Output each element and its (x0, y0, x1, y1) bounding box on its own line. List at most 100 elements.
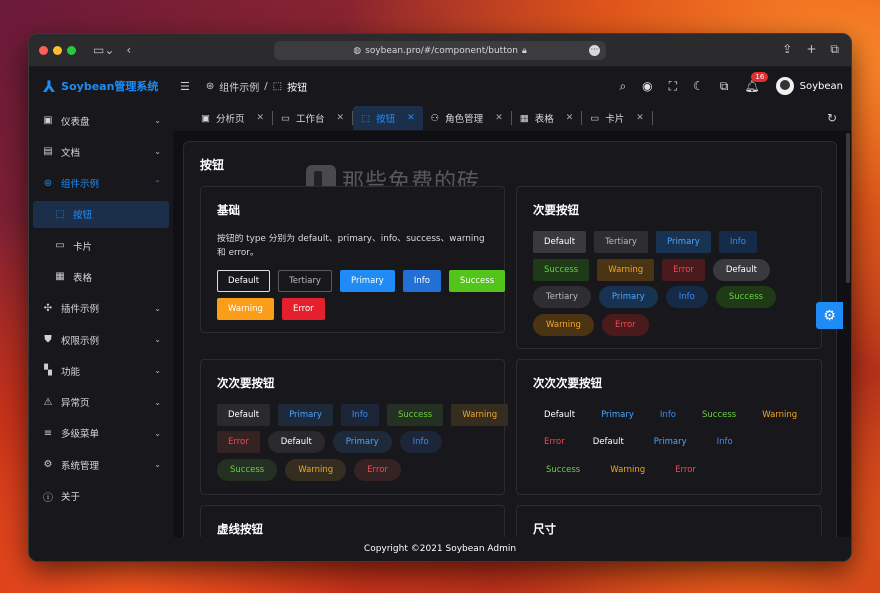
tertiary-primary-button[interactable]: Primary (278, 404, 333, 426)
close-icon[interactable]: ✕ (337, 113, 345, 123)
quaternary-default-button[interactable]: Default (533, 404, 586, 426)
address-bar[interactable]: ◍ soybean.pro/#/component/button 🔒︎ ··· (274, 41, 606, 60)
minimize-window-button[interactable] (53, 45, 62, 55)
quaternary-success-button[interactable]: Success (691, 404, 747, 426)
sidebar-item-about[interactable]: ⓘ 关于 (33, 483, 169, 510)
sidebar-item-system[interactable]: ⚙︎ 系统管理 ⌄ (33, 451, 169, 478)
avatar[interactable] (775, 77, 794, 95)
language-icon[interactable]: ⧉ (720, 79, 729, 94)
close-icon[interactable]: ✕ (636, 113, 644, 123)
new-tab-icon[interactable]: + (806, 42, 816, 57)
search-icon[interactable]: ⌕ (619, 79, 626, 94)
tab-workbench[interactable]: ▭ 工作台 ✕ (273, 111, 354, 125)
secondary-round-tertiary-button[interactable]: Tertiary (533, 286, 591, 308)
sidebar-item-table[interactable]: ▦ 表格 (33, 263, 169, 290)
sidebar-item-exception[interactable]: ⚠︎ 异常页 ⌄ (33, 389, 169, 416)
breadcrumb-parent[interactable]: 组件示例 (219, 79, 259, 94)
secondary-default-button[interactable]: Default (533, 231, 587, 253)
tertiary-round-success-button[interactable]: Success (217, 459, 278, 481)
tertiary-round-warning-button[interactable]: Warning (285, 459, 347, 481)
secondary-primary-button[interactable]: Primary (655, 231, 711, 253)
default-button[interactable]: Default (217, 270, 271, 292)
quaternary-round-info-button[interactable]: Info (704, 431, 746, 453)
scrollbar-thumb[interactable] (846, 133, 850, 283)
back-arrow-icon[interactable]: ‹ (126, 43, 131, 57)
secondary-error-button[interactable]: Error (662, 259, 705, 281)
secondary-round-primary-button[interactable]: Primary (598, 286, 658, 308)
secondary-tertiary-button[interactable]: Tertiary (594, 231, 648, 253)
tertiary-success-button[interactable]: Success (387, 404, 444, 426)
quaternary-round-error-button[interactable]: Error (662, 459, 709, 481)
share-icon[interactable]: ⇪ (782, 42, 792, 57)
tertiary-info-button[interactable]: Info (340, 404, 380, 426)
content-scrollbar[interactable] (845, 131, 851, 537)
info-button[interactable]: Info (402, 270, 441, 292)
secondary-warning-button[interactable]: Warning (597, 259, 655, 281)
sidebar-item-dashboard[interactable]: ▣ 仪表盘 ⌄ (33, 107, 169, 134)
warning-button[interactable]: Warning (217, 298, 274, 320)
user-name[interactable]: Soybean (800, 81, 843, 92)
fullscreen-icon[interactable]: ⛶ (669, 79, 677, 94)
tab-overview-icon[interactable]: ⧉ (830, 42, 839, 57)
sidebar-item-components[interactable]: ⊛ 组件示例 ⌃ (33, 170, 169, 197)
sidebar-item-function[interactable]: ▚ 功能 ⌄ (33, 357, 169, 384)
reload-icon[interactable]: ↻ (827, 111, 837, 125)
app-logo[interactable]: ⅄ Soybean管理系统 (29, 77, 174, 96)
sidebar-item-document[interactable]: ▤ 文档 ⌄ (33, 138, 169, 165)
quaternary-primary-button[interactable]: Primary (590, 404, 645, 426)
secondary-buttons-card: 次要按钮 Default Tertiary Primary Info Succe… (516, 186, 822, 349)
sidebar-item-permission[interactable]: ⛊ 权限示例 ⌄ (33, 326, 169, 353)
close-icon[interactable]: ✕ (495, 113, 503, 123)
tertiary-round-info-button[interactable]: Info (399, 431, 442, 453)
menu-collapse-icon[interactable]: ☰ (180, 80, 190, 93)
tab-analysis[interactable]: ▣ 分析页 ✕ (193, 111, 274, 125)
more-options-icon[interactable]: ··· (589, 45, 600, 56)
basic-buttons-card: 基础 按钮的 type 分别为 default、primary、info、suc… (200, 186, 506, 333)
close-window-button[interactable] (39, 45, 48, 55)
dark-mode-icon[interactable]: ☾ (693, 79, 704, 93)
tertiary-warning-button[interactable]: Warning (451, 404, 509, 426)
quaternary-round-default-button[interactable]: Default (580, 431, 637, 453)
primary-button[interactable]: Primary (339, 270, 395, 292)
tab-table[interactable]: ▦ 表格 ✕ (512, 111, 583, 125)
tab-button[interactable]: ⬚ 按钮 ✕ (353, 106, 423, 130)
quaternary-round-warning-button[interactable]: Warning (597, 459, 658, 481)
secondary-round-default-button[interactable]: Default (712, 259, 770, 281)
quaternary-warning-button[interactable]: Warning (751, 404, 808, 426)
grid-icon: ▚ (44, 365, 52, 377)
sidebar-item-button[interactable]: ⬚ 按钮 (33, 200, 169, 228)
secondary-round-warning-button[interactable]: Warning (533, 314, 594, 336)
notification-bell-icon[interactable]: 🔔︎ 16 (744, 72, 769, 93)
sidebar-toggle-icon[interactable]: ▭⌄ (93, 43, 114, 57)
secondary-round-error-button[interactable]: Error (601, 314, 649, 336)
tertiary-round-primary-button[interactable]: Primary (332, 431, 392, 453)
maximize-window-button[interactable] (67, 45, 76, 55)
quaternary-info-button[interactable]: Info (649, 404, 687, 426)
success-button[interactable]: Success (448, 270, 506, 292)
tertiary-button[interactable]: Tertiary (278, 270, 332, 292)
tertiary-default-button[interactable]: Default (217, 404, 271, 426)
github-icon[interactable]: ◉ (642, 79, 652, 93)
secondary-round-info-button[interactable]: Info (665, 286, 708, 308)
section-title: 次次次要按钮 (533, 376, 602, 390)
sidebar-item-plugins[interactable]: ✣ 插件示例 ⌄ (33, 295, 169, 322)
tertiary-error-button[interactable]: Error (217, 431, 260, 453)
settings-gear-icon[interactable]: ⚙︎ (816, 302, 843, 329)
tab-card[interactable]: ▭ 卡片 ✕ (582, 111, 653, 125)
sidebar-item-multi-menu[interactable]: ≡ 多级菜单 ⌄ (33, 420, 169, 447)
tertiary-round-default-button[interactable]: Default (267, 431, 325, 453)
error-button[interactable]: Error (281, 298, 325, 320)
close-icon[interactable]: ✕ (566, 113, 574, 123)
close-icon[interactable]: ✕ (257, 113, 265, 123)
tab-role-management[interactable]: ⚇ 角色管理 ✕ (423, 111, 512, 125)
quaternary-error-button[interactable]: Error (533, 431, 576, 453)
lock-icon: 🔒︎ (521, 45, 527, 56)
tertiary-round-error-button[interactable]: Error (354, 459, 401, 481)
secondary-info-button[interactable]: Info (718, 231, 757, 253)
secondary-round-success-button[interactable]: Success (715, 286, 777, 308)
quaternary-round-success-button[interactable]: Success (533, 459, 593, 481)
close-icon[interactable]: ✕ (407, 113, 415, 123)
sidebar-item-card[interactable]: ▭ 卡片 (33, 232, 169, 259)
quaternary-round-primary-button[interactable]: Primary (641, 431, 700, 453)
secondary-success-button[interactable]: Success (533, 259, 590, 281)
